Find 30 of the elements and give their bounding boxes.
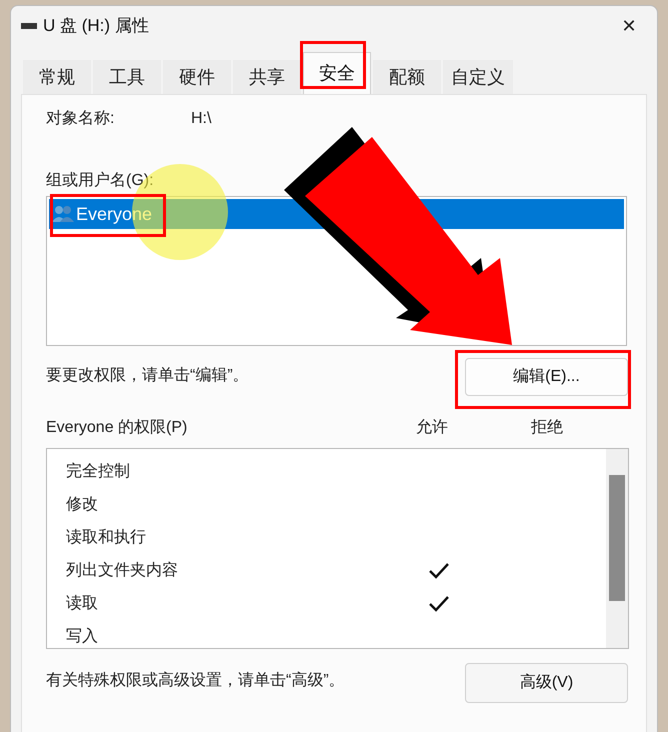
permission-name: 写入: [66, 626, 99, 646]
tab[interactable]: 配额: [373, 60, 441, 94]
tab[interactable]: 常规: [23, 60, 91, 94]
deny-header: 拒绝: [531, 418, 563, 438]
edit-button[interactable]: 编辑(E)...: [465, 358, 628, 396]
permission-name: 修改: [66, 494, 99, 514]
scrollbar-thumb[interactable]: [609, 475, 625, 601]
edit-hint: 要更改权限，请单击“编辑”。: [46, 366, 249, 386]
permission-name: 读取和执行: [66, 528, 147, 548]
scrollbar[interactable]: [606, 449, 628, 648]
allow-header: 允许: [416, 418, 449, 438]
users-icon: [52, 204, 74, 224]
object-name-value: H:\: [191, 109, 212, 129]
tab[interactable]: 工具: [93, 60, 161, 94]
window-title: U 盘 (H:) 属性: [43, 15, 149, 38]
permission-name: 完全控制: [66, 462, 131, 482]
permission-name: 列出文件夹内容: [66, 560, 179, 580]
permission-name: 读取: [66, 594, 99, 614]
advanced-button[interactable]: 高级(V): [465, 663, 628, 703]
permissions-label: Everyone 的权限(P): [46, 418, 188, 438]
advanced-hint: 有关特殊权限或高级设置，请单击“高级”。: [46, 670, 345, 691]
drive-icon: [21, 22, 37, 30]
highlight-frame: [300, 41, 366, 89]
tab[interactable]: 共享: [233, 60, 301, 94]
tab[interactable]: 自定义: [443, 60, 513, 94]
users-label: 组或用户名(G):: [46, 170, 154, 191]
object-name-label: 对象名称:: [46, 108, 116, 129]
tab[interactable]: 硬件: [163, 60, 231, 94]
close-button[interactable]: ✕: [611, 11, 647, 41]
tab[interactable]: 安全: [303, 52, 371, 94]
